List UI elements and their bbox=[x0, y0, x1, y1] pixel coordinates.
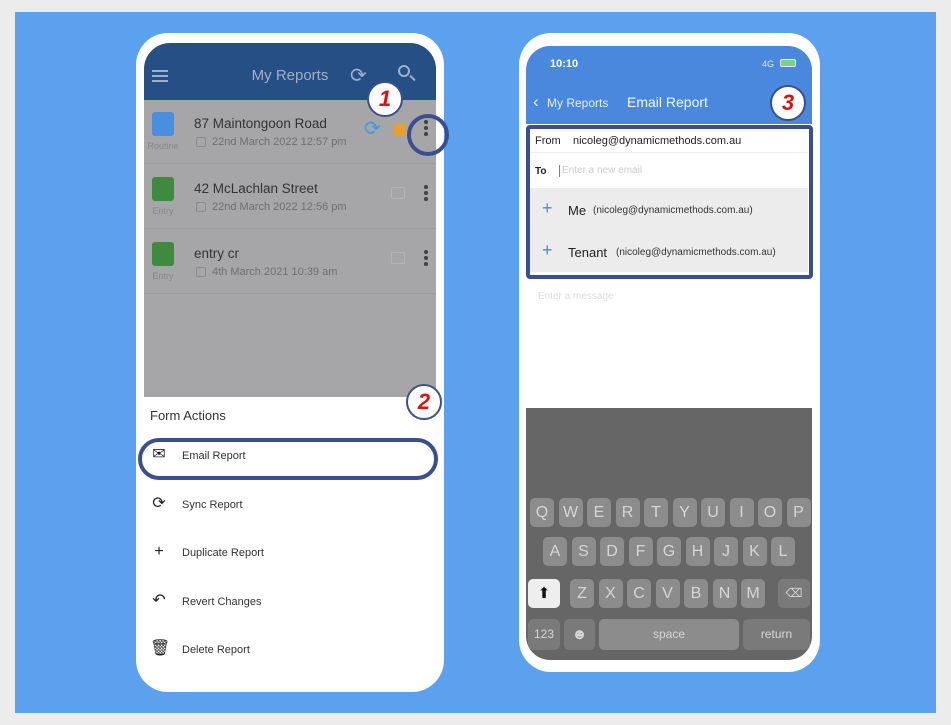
highlight-email-action bbox=[138, 438, 438, 480]
action-label: Duplicate Report bbox=[182, 547, 264, 559]
report-type: Entry bbox=[152, 206, 174, 216]
key-o[interactable]: O bbox=[758, 498, 782, 527]
plus-icon: + bbox=[154, 543, 164, 560]
lock-icon bbox=[394, 124, 406, 136]
key-n[interactable]: N bbox=[712, 579, 737, 608]
search-icon[interactable] bbox=[398, 65, 416, 82]
report-date: 22nd March 2022 12:57 pm bbox=[212, 136, 347, 148]
report-title: 87 Maintongoon Road bbox=[194, 116, 327, 131]
trash-icon: 🗑 bbox=[150, 640, 171, 657]
delete-key[interactable]: ⌫ bbox=[778, 579, 810, 608]
page-title: Email Report bbox=[627, 94, 708, 110]
sheet-title: Form Actions bbox=[150, 408, 226, 423]
routine-form-icon bbox=[152, 112, 174, 136]
sync-report-action[interactable]: ⟳ Sync Report bbox=[144, 486, 436, 526]
report-title: entry cr bbox=[194, 246, 240, 261]
calendar-icon bbox=[196, 267, 206, 277]
sync-icon: ⟳ bbox=[152, 495, 166, 512]
step-badge-2: 2 bbox=[406, 384, 442, 420]
more-options-icon[interactable] bbox=[424, 250, 428, 268]
network-label: 4G bbox=[762, 59, 775, 69]
key-y[interactable]: Y bbox=[672, 498, 697, 527]
unlock-icon bbox=[391, 187, 405, 199]
key-t[interactable]: T bbox=[644, 498, 668, 527]
report-row[interactable]: Entry 42 McLachlan Street 22nd March 202… bbox=[144, 165, 436, 229]
key-h[interactable]: H bbox=[685, 537, 710, 566]
key-i[interactable]: I bbox=[729, 498, 754, 527]
highlight-circle bbox=[407, 114, 449, 156]
key-g[interactable]: G bbox=[657, 537, 681, 566]
key-m[interactable]: M bbox=[741, 579, 765, 608]
more-options-icon[interactable] bbox=[424, 185, 428, 203]
action-label: Revert Changes bbox=[182, 596, 262, 608]
page-title: My Reports bbox=[251, 67, 329, 84]
report-row[interactable]: Entry entry cr 4th March 2021 10:39 am bbox=[144, 230, 436, 294]
key-f[interactable]: F bbox=[628, 537, 653, 566]
message-input[interactable]: Enter a message bbox=[538, 291, 614, 302]
key-j[interactable]: J bbox=[714, 537, 738, 566]
key-d[interactable]: D bbox=[600, 537, 624, 566]
sync-pending-icon[interactable]: ⟳ bbox=[364, 116, 381, 141]
key-q[interactable]: Q bbox=[530, 498, 554, 527]
calendar-icon bbox=[196, 137, 206, 147]
key-v[interactable]: V bbox=[655, 579, 680, 608]
key-z[interactable]: Z bbox=[570, 579, 594, 608]
status-time: 10:10 bbox=[550, 58, 579, 70]
sync-icon[interactable]: ⟳ bbox=[350, 63, 367, 88]
duplicate-report-action[interactable]: + Duplicate Report bbox=[144, 534, 436, 574]
entry-form-icon bbox=[152, 177, 174, 201]
key-k[interactable]: K bbox=[742, 537, 767, 566]
return-key[interactable]: return bbox=[743, 619, 810, 650]
report-type: Entry bbox=[152, 271, 174, 281]
action-label: Delete Report bbox=[182, 644, 250, 656]
space-key[interactable]: space bbox=[599, 619, 739, 650]
highlight-recipients bbox=[526, 125, 813, 279]
step-badge-1: 1 bbox=[367, 81, 403, 117]
revert-changes-action[interactable]: ↶ Revert Changes bbox=[144, 583, 436, 623]
back-chevron-icon[interactable]: ‹ bbox=[533, 92, 539, 112]
emoji-key[interactable]: ☻ bbox=[564, 619, 595, 650]
my-reports-screen: My Reports ⟳ Routine 87 Maintongoon Road… bbox=[144, 43, 436, 684]
key-p[interactable]: P bbox=[786, 498, 811, 527]
undo-icon: ↶ bbox=[152, 592, 166, 609]
step-badge-3: 3 bbox=[770, 85, 806, 121]
key-s[interactable]: S bbox=[571, 537, 596, 566]
back-button[interactable]: My Reports bbox=[547, 96, 608, 110]
key-w[interactable]: W bbox=[558, 498, 583, 527]
unlock-icon bbox=[391, 252, 405, 264]
action-label: Sync Report bbox=[182, 499, 243, 511]
shift-key[interactable]: ⬆ bbox=[528, 579, 560, 608]
report-title: 42 McLachlan Street bbox=[194, 181, 318, 196]
entry-form-icon bbox=[152, 242, 174, 266]
calendar-icon bbox=[196, 202, 206, 212]
key-u[interactable]: U bbox=[701, 498, 725, 527]
delete-report-action[interactable]: 🗑 Delete Report bbox=[144, 631, 436, 671]
key-l[interactable]: L bbox=[771, 537, 795, 566]
app-header: 10:10 4G ‹ My Reports Email Report bbox=[526, 46, 812, 124]
keyboard: ⬆ ⌫ 123 ☻ space return 🌐︎ 🎙︎ QWERTYUIOPA… bbox=[526, 408, 812, 660]
key-x[interactable]: X bbox=[598, 579, 623, 608]
key-b[interactable]: B bbox=[684, 579, 708, 608]
key-c[interactable]: C bbox=[627, 579, 651, 608]
key-e[interactable]: E bbox=[587, 498, 611, 527]
key-r[interactable]: R bbox=[615, 498, 640, 527]
battery-icon bbox=[780, 59, 796, 67]
numbers-key[interactable]: 123 bbox=[528, 619, 560, 650]
report-date: 22nd March 2022 12:56 pm bbox=[212, 201, 347, 213]
report-list: Routine 87 Maintongoon Road 22nd March 2… bbox=[144, 100, 436, 397]
report-type: Routine bbox=[147, 141, 179, 151]
report-date: 4th March 2021 10:39 am bbox=[212, 266, 338, 278]
key-a[interactable]: A bbox=[543, 537, 567, 566]
